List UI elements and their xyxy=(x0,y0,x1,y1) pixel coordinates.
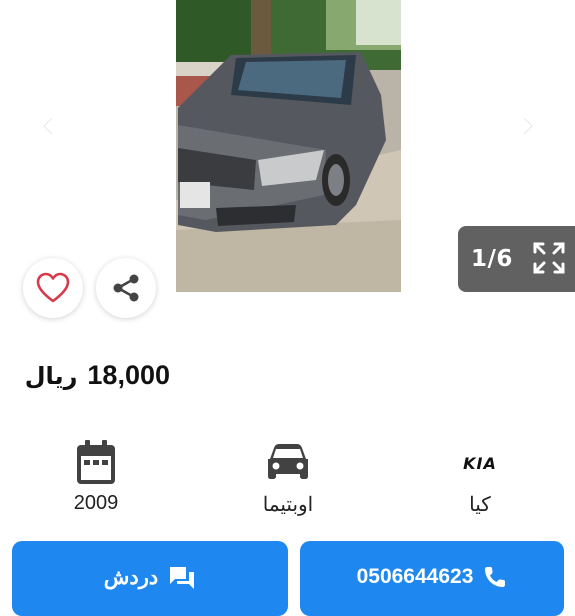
share-button[interactable] xyxy=(96,258,156,318)
spec-model: اوبتيما xyxy=(213,440,363,517)
price-amount: 18,000 xyxy=(87,360,170,390)
share-icon xyxy=(113,274,139,302)
kia-logo-text: KIA xyxy=(463,455,497,471)
price-currency: ريال xyxy=(24,362,78,390)
car-icon xyxy=(268,444,308,479)
calendar-icon xyxy=(77,440,115,484)
previous-image-button[interactable] xyxy=(36,113,62,139)
chevron-left-icon xyxy=(42,116,54,136)
next-image-button[interactable] xyxy=(514,113,540,139)
spec-make-value: كيا xyxy=(469,494,491,516)
spec-year-value: 2009 xyxy=(73,492,119,514)
chat-button[interactable]: دردش xyxy=(12,541,288,616)
heart-icon xyxy=(36,272,70,303)
spec-make: KIA كيا xyxy=(405,440,555,517)
expand-icon[interactable] xyxy=(532,241,566,275)
price: 18,000 ريال xyxy=(25,360,170,391)
kia-logo: KIA xyxy=(463,455,497,471)
image-gallery[interactable]: 1/6 xyxy=(0,0,575,318)
car-photo[interactable] xyxy=(176,0,401,292)
spec-year: 2009 xyxy=(21,440,171,515)
chat-icon xyxy=(170,567,195,589)
phone-icon xyxy=(485,567,506,587)
call-button-label: 0506644623 xyxy=(356,565,474,588)
chat-button-label: دردش xyxy=(103,566,159,589)
spec-model-value: اوبتيما xyxy=(262,494,314,516)
image-counter-text: 1/6 xyxy=(471,246,513,272)
chevron-right-icon xyxy=(522,116,534,136)
image-counter: 1/6 xyxy=(458,226,575,292)
call-button[interactable]: 0506644623 xyxy=(300,541,564,616)
favorite-button[interactable] xyxy=(23,258,83,318)
